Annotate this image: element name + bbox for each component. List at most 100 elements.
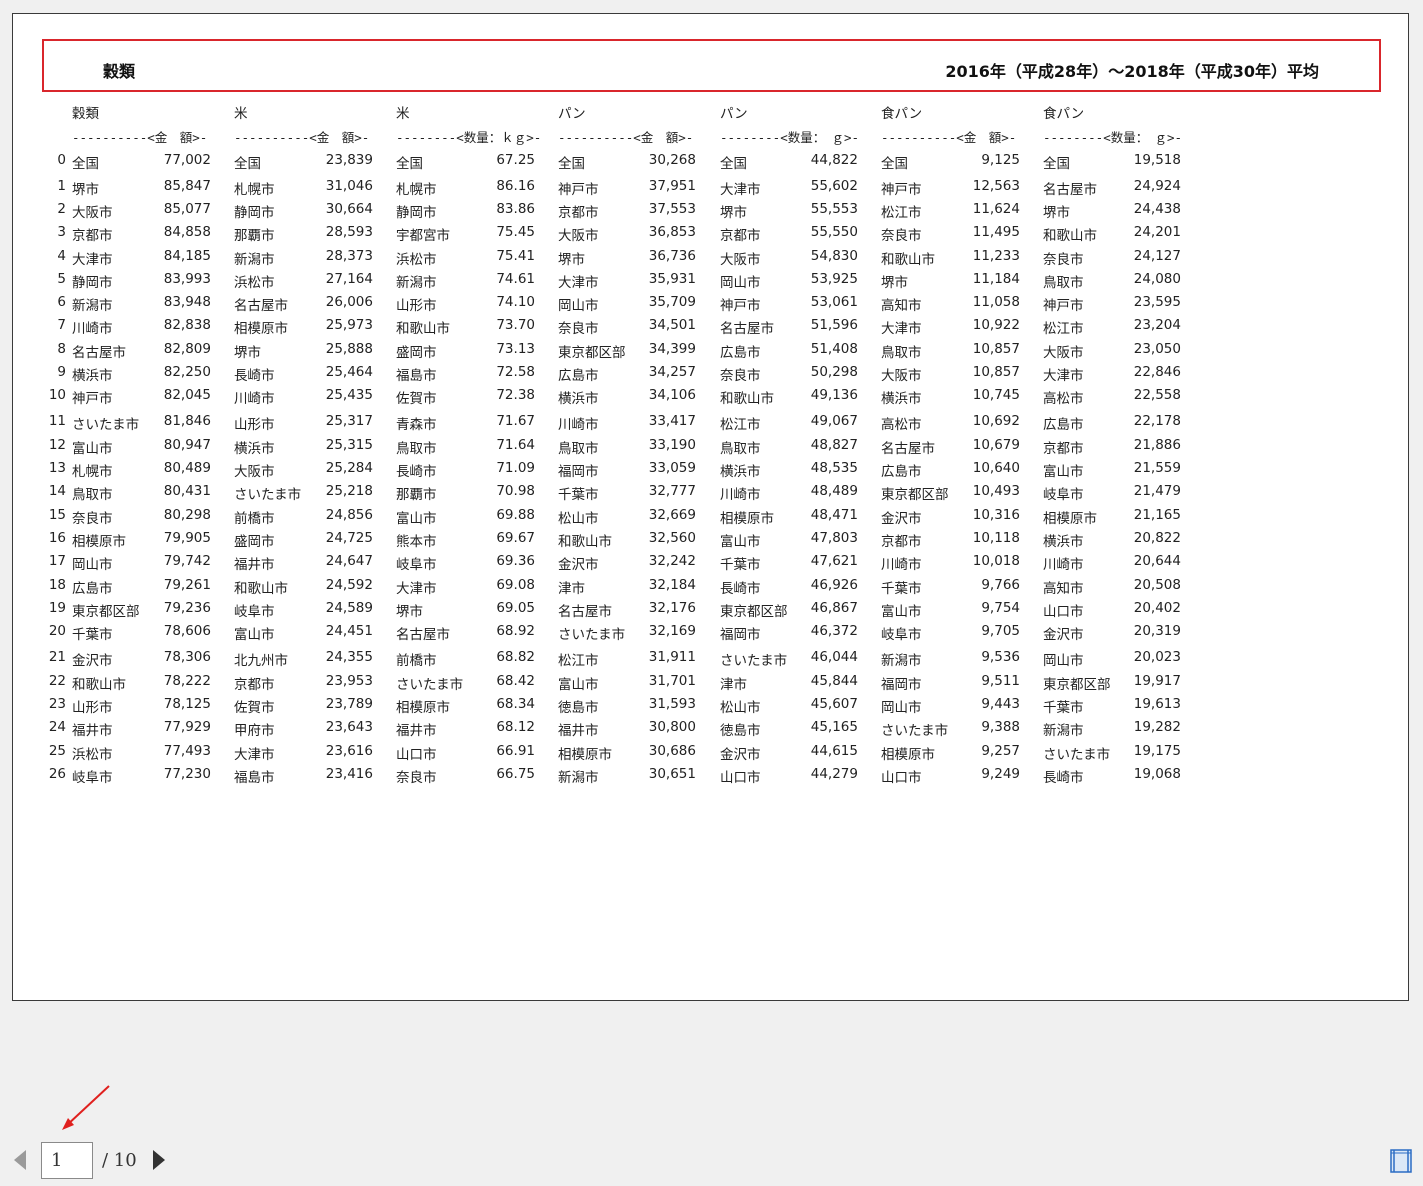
city-name: 福島市 (234, 770, 275, 786)
cell-value: 32,777 (648, 483, 696, 499)
city-name: 全国 (396, 156, 423, 172)
city-name: 高松市 (881, 417, 922, 433)
cell-value: 69.05 (496, 600, 535, 616)
cell-value: 10,692 (972, 413, 1020, 429)
cell-value: 47,803 (810, 530, 858, 546)
city-name: 広島市 (720, 345, 761, 361)
city-name: 川崎市 (1043, 557, 1084, 573)
cell-value: 48,535 (810, 460, 858, 476)
city-name: 横浜市 (881, 391, 922, 407)
cell-value: 73.13 (496, 341, 535, 357)
city-name: 堺市 (558, 252, 585, 268)
city-name: 札幌市 (396, 182, 437, 198)
cell-value: 24,647 (325, 553, 373, 569)
cell-value: 19,613 (1133, 696, 1181, 712)
city-name: 岐阜市 (1043, 487, 1084, 503)
cell-value: 9,257 (981, 743, 1020, 759)
cell-value: 24,080 (1133, 271, 1181, 287)
city-name: 相模原市 (881, 747, 935, 763)
cell-value: 46,044 (810, 649, 858, 665)
city-name: 堺市 (1043, 205, 1070, 221)
column-header: 穀類 (72, 106, 99, 122)
cell-value: 78,222 (163, 673, 211, 689)
city-name: 堺市 (234, 345, 261, 361)
city-name: 京都市 (720, 228, 761, 244)
cell-value: 34,257 (648, 364, 696, 380)
cell-value: 66.75 (496, 766, 535, 782)
cell-value: 23,953 (325, 673, 373, 689)
cell-value: 10,922 (972, 317, 1020, 333)
cell-value: 31,046 (325, 178, 373, 194)
row-number: 22 (48, 673, 66, 689)
cell-value: 23,643 (325, 719, 373, 735)
prev-page-button[interactable] (14, 1150, 26, 1170)
column-subheader: ----------<金 額>- (72, 130, 208, 145)
cell-value: 69.08 (496, 577, 535, 593)
cell-value: 28,593 (325, 224, 373, 240)
city-name: 川崎市 (234, 391, 275, 407)
city-name: 福井市 (234, 557, 275, 573)
city-name: 和歌山市 (1043, 228, 1097, 244)
city-name: 大津市 (720, 182, 761, 198)
cell-value: 34,106 (648, 387, 696, 403)
cell-value: 69.36 (496, 553, 535, 569)
city-name: 静岡市 (396, 205, 437, 221)
cell-value: 33,059 (648, 460, 696, 476)
column-header: パン (720, 106, 748, 122)
cell-value: 82,250 (163, 364, 211, 380)
city-name: 盛岡市 (234, 534, 275, 550)
next-page-button[interactable] (153, 1150, 165, 1170)
cell-value: 19,068 (1133, 766, 1181, 782)
cell-value: 12,563 (972, 178, 1020, 194)
city-name: 大阪市 (558, 228, 599, 244)
cell-value: 72.58 (496, 364, 535, 380)
city-name: 名古屋市 (881, 441, 935, 457)
row-number: 19 (48, 600, 66, 616)
city-name: 福井市 (72, 723, 113, 739)
city-name: 浜松市 (72, 747, 113, 763)
cell-value: 28,373 (325, 248, 373, 264)
cell-value: 32,169 (648, 623, 696, 639)
city-name: 和歌山市 (234, 581, 288, 597)
city-name: 新潟市 (234, 252, 275, 268)
row-number: 5 (57, 271, 66, 287)
city-name: 福井市 (558, 723, 599, 739)
cell-value: 30,651 (648, 766, 696, 782)
city-name: 静岡市 (234, 205, 275, 221)
city-name: 名古屋市 (396, 627, 450, 643)
cell-value: 80,489 (163, 460, 211, 476)
column-header: 食パン (1043, 106, 1085, 122)
cell-value: 11,624 (972, 201, 1020, 217)
row-number: 23 (48, 696, 66, 712)
cell-value: 55,602 (810, 178, 858, 194)
city-name: 名古屋市 (720, 321, 774, 337)
cell-value: 50,298 (810, 364, 858, 380)
page-layout-icon[interactable] (1390, 1149, 1412, 1173)
cell-value: 53,061 (810, 294, 858, 310)
city-name: 岡山市 (72, 557, 113, 573)
city-name: 山口市 (881, 770, 922, 786)
cell-value: 20,402 (1133, 600, 1181, 616)
city-name: 名古屋市 (558, 604, 612, 620)
city-name: 佐賀市 (234, 700, 275, 716)
cell-value: 69.67 (496, 530, 535, 546)
city-name: 岡山市 (720, 275, 761, 291)
city-name: 佐賀市 (396, 391, 437, 407)
cell-value: 21,165 (1133, 507, 1181, 523)
cell-value: 75.45 (496, 224, 535, 240)
city-name: 全国 (234, 156, 261, 172)
cell-value: 68.42 (496, 673, 535, 689)
cell-value: 80,298 (163, 507, 211, 523)
row-number: 15 (48, 507, 66, 523)
city-name: さいたま市 (881, 723, 949, 739)
city-name: 浜松市 (396, 252, 437, 268)
city-name: 東京都区部 (72, 604, 140, 620)
city-name: 金沢市 (881, 511, 922, 527)
city-name: 大津市 (881, 321, 922, 337)
cell-value: 45,844 (810, 673, 858, 689)
row-number: 18 (48, 577, 66, 593)
row-number: 1 (57, 178, 66, 194)
city-name: 富山市 (558, 677, 599, 693)
city-name: 鳥取市 (881, 345, 922, 361)
city-name: 相模原市 (720, 511, 774, 527)
